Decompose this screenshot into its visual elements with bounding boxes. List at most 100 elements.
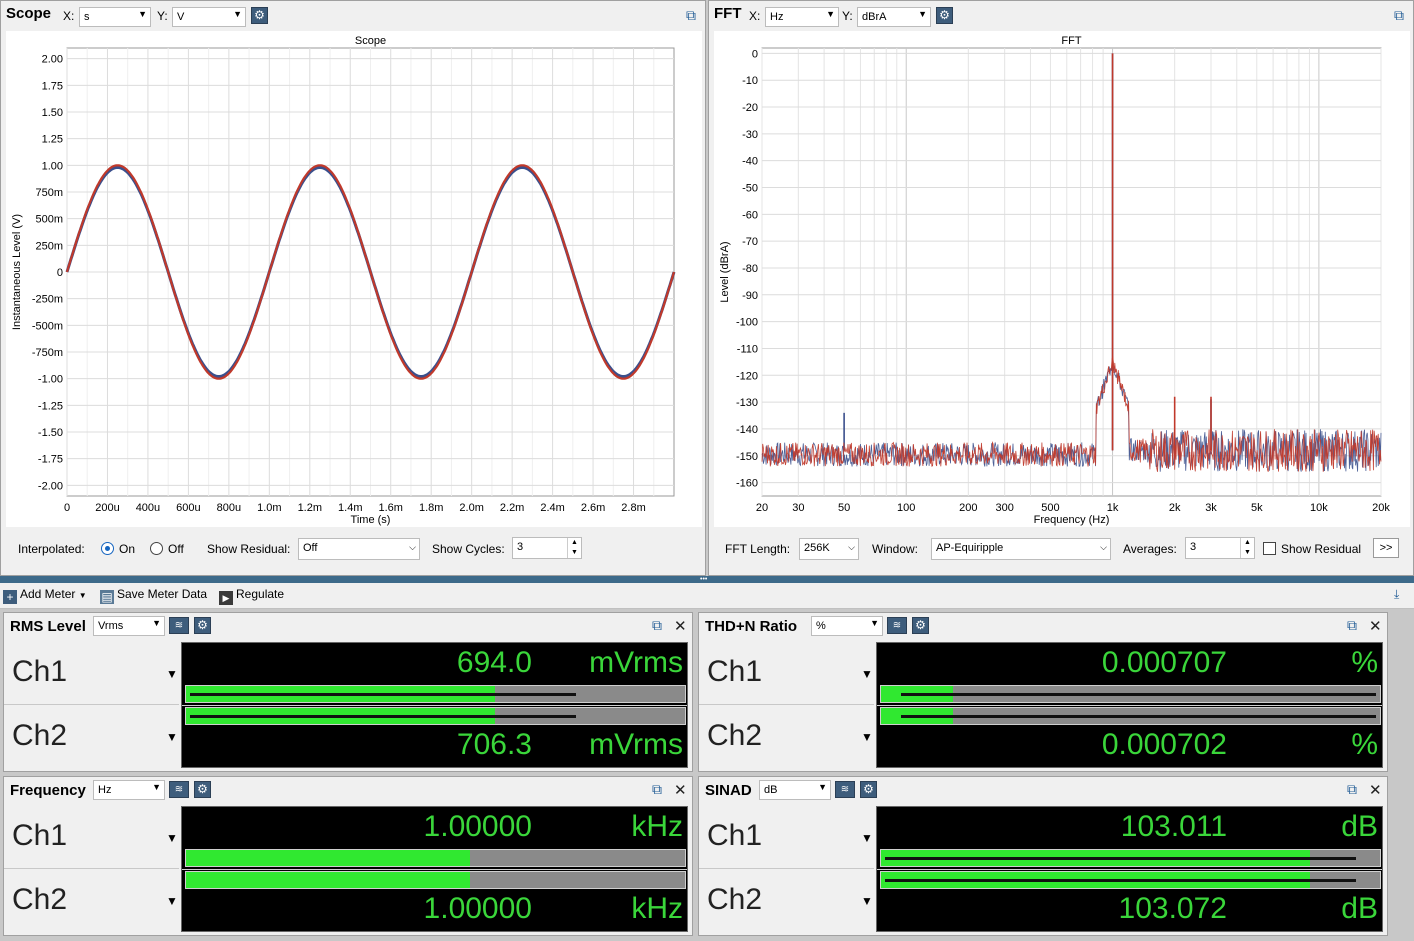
splitter-grip-icon: ••• [700, 576, 708, 583]
y-tick-label: -50 [742, 182, 758, 194]
fft-x-unit-select[interactable]: Hz ▼ [765, 7, 839, 27]
y-axis-label: Level (dBrA) [719, 241, 731, 302]
chart-title: Scope [355, 35, 386, 47]
chevron-down-icon: ▼ [818, 782, 827, 792]
fft-show-residual-label: Show Residual [1281, 542, 1362, 556]
show-cycles-label: Show Cycles: [432, 542, 505, 556]
collapse-icon[interactable]: ⤓ [1394, 587, 1399, 602]
close-icon[interactable]: ✕ [1369, 781, 1382, 799]
meter-unit-select[interactable]: % ▼ [811, 616, 883, 636]
averages-label: Averages: [1123, 542, 1177, 556]
radio-icon [150, 542, 163, 555]
close-icon[interactable]: ✕ [674, 617, 687, 635]
scope-y-unit-select[interactable]: V ▼ [172, 7, 246, 27]
fft-length-label: FFT Length: [725, 542, 791, 556]
interpolated-off-radio[interactable]: Off [150, 542, 184, 556]
graph-icon[interactable]: ≋ [835, 781, 855, 798]
popout-icon[interactable]: ⧉ [1344, 617, 1360, 633]
add-meter-button[interactable]: + Add Meter ▼ [3, 587, 87, 604]
ch2-dropdown-icon[interactable]: ▼ [861, 894, 873, 908]
x-tick-label: 200 [959, 502, 977, 514]
meter-unit-select[interactable]: dB ▼ [759, 780, 831, 800]
gear-icon[interactable]: ⚙ [936, 7, 953, 24]
x-tick-label: 1.8m [419, 502, 443, 514]
chevron-down-icon: ⌵ [848, 542, 855, 552]
ch1-unit: dB [1341, 810, 1378, 843]
ch2-dropdown-icon[interactable]: ▼ [861, 730, 873, 744]
popout-icon[interactable]: ⧉ [1344, 781, 1360, 797]
fft-x-label: X: [749, 9, 761, 23]
x-tick-label: 20k [1372, 502, 1390, 514]
popout-icon[interactable]: ⧉ [1391, 7, 1407, 23]
ch1-dropdown-icon[interactable]: ▼ [166, 667, 178, 681]
chevron-down-icon: ▼ [233, 9, 242, 19]
gear-icon[interactable]: ⚙ [912, 617, 929, 634]
fft-y-label: Y: [842, 9, 853, 23]
chevron-down-icon: ▼ [152, 618, 161, 628]
more-button[interactable]: >> [1373, 538, 1399, 558]
graph-icon[interactable]: ≋ [169, 617, 189, 634]
spin-up-icon[interactable]: ▲ [567, 538, 581, 548]
spin-down-icon[interactable]: ▼ [567, 548, 581, 558]
y-tick-label: 1.25 [42, 134, 63, 146]
show-residual-value: Off [303, 542, 318, 554]
close-icon[interactable]: ✕ [1369, 617, 1382, 635]
splitter-handle[interactable]: ••• [0, 576, 1414, 583]
x-tick-label: 2.2m [500, 502, 524, 514]
y-tick-label: -1.25 [38, 400, 63, 412]
ch2-level-bar [185, 871, 686, 889]
ch2-label: Ch2 [12, 883, 68, 916]
meter-row-divider [699, 868, 874, 869]
ch1-value: 694.0 [456, 646, 532, 679]
ch2-dropdown-icon[interactable]: ▼ [166, 730, 178, 744]
scope-chart-svg: Scope 0 200u 400u 600u 800u 1.0m 1.2m 1.4m 1.6m 1.… [11, 35, 676, 526]
scope-x-unit-select[interactable]: s ▼ [79, 7, 151, 27]
fft-y-unit-select[interactable]: dBrA ▼ [857, 7, 931, 27]
y-tick-label: -2.00 [38, 480, 63, 492]
y-tick-label: -1.00 [38, 374, 63, 386]
popout-icon[interactable]: ⧉ [683, 7, 699, 23]
show-residual-select[interactable]: Off ⌵ [298, 538, 420, 560]
popout-icon[interactable]: ⧉ [649, 781, 665, 797]
scope-panel: Scope X: s ▼ Y: V ▼ ⚙ ⧉ Scope 0 200u 400u 600u… [0, 0, 706, 576]
ch1-label: Ch1 [707, 655, 763, 688]
ch1-dropdown-icon[interactable]: ▼ [861, 831, 873, 845]
interpolated-off-label: Off [168, 542, 184, 556]
show-residual-checkbox[interactable]: Show Residual [1263, 542, 1361, 556]
popout-icon[interactable]: ⧉ [649, 617, 665, 633]
x-tick-label: 30 [792, 502, 804, 514]
ch1-dropdown-icon[interactable]: ▼ [861, 667, 873, 681]
ch1-value: 0.000707 [1101, 646, 1227, 679]
gear-icon[interactable]: ⚙ [251, 7, 268, 24]
ch1-value: 103.011 [1120, 810, 1227, 843]
gear-icon[interactable]: ⚙ [194, 781, 211, 798]
save-meter-data-button[interactable]: ▤ Save Meter Data [100, 587, 207, 604]
ch1-dropdown-icon[interactable]: ▼ [166, 831, 178, 845]
show-cycles-stepper[interactable]: 3 ▲ ▼ [512, 537, 582, 559]
ch2-value: 103.072 [1118, 892, 1227, 925]
gear-icon[interactable]: ⚙ [860, 781, 877, 798]
ch2-dropdown-icon[interactable]: ▼ [166, 894, 178, 908]
window-select[interactable]: AP-Equiripple ⌵ [931, 538, 1111, 560]
graph-icon[interactable]: ≋ [169, 781, 189, 798]
close-icon[interactable]: ✕ [674, 781, 687, 799]
y-tick-label: -80 [742, 263, 758, 275]
display-divider [877, 705, 1382, 706]
meter-unit-select[interactable]: Vrms ▼ [93, 616, 165, 636]
ch1-label: Ch1 [12, 819, 68, 852]
fft-length-select[interactable]: 256K ⌵ [799, 538, 859, 560]
y-tick-label: -150 [736, 451, 758, 463]
regulate-button[interactable]: ▶ Regulate [219, 587, 284, 605]
spin-up-icon[interactable]: ▲ [1240, 538, 1254, 548]
meter-title: Frequency [10, 782, 86, 799]
display-divider [182, 869, 687, 870]
meter-row-divider [4, 868, 179, 869]
meter-toolbar: + Add Meter ▼ ▤ Save Meter Data ▶ Regulate … [0, 583, 1414, 609]
spin-down-icon[interactable]: ▼ [1240, 548, 1254, 558]
averages-stepper[interactable]: 3 ▲ ▼ [1185, 537, 1255, 559]
ch2-unit: dB [1341, 892, 1378, 925]
gear-icon[interactable]: ⚙ [194, 617, 211, 634]
graph-icon[interactable]: ≋ [887, 617, 907, 634]
meter-unit-select[interactable]: Hz ▼ [93, 780, 165, 800]
interpolated-on-radio[interactable]: On [101, 542, 135, 556]
